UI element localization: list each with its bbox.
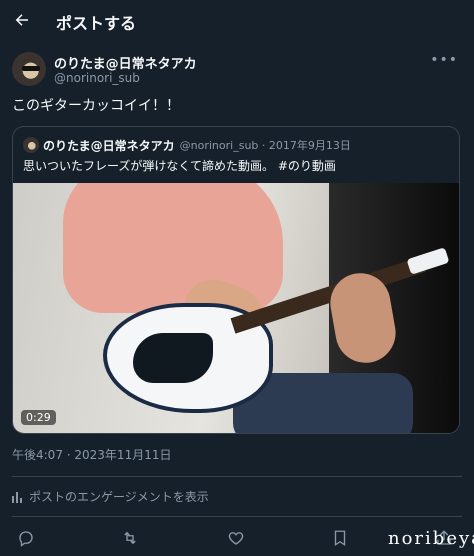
quoted-avatar (23, 137, 39, 153)
watermark-text: noribeya (388, 528, 474, 549)
divider (12, 476, 462, 477)
divider (12, 516, 462, 517)
bar-chart-icon (12, 491, 22, 503)
video-player[interactable]: 0:29 (13, 183, 459, 433)
video-duration-badge: 0:29 (21, 410, 56, 425)
tweet-author: のりたま@日常ネタアカ @norinori_sub ••• (12, 52, 462, 88)
author-name[interactable]: のりたま@日常ネタアカ (54, 53, 197, 72)
more-options-button[interactable]: ••• (430, 52, 458, 68)
author-handle[interactable]: @norinori_sub (54, 71, 140, 85)
view-engagement-link[interactable]: ポストのエンゲージメントを表示 (12, 488, 209, 505)
like-button[interactable] (224, 526, 248, 550)
reply-icon (19, 531, 33, 547)
quoted-author-meta: @norinori_sub · 2017年9月13日 (179, 139, 351, 152)
back-button[interactable] (8, 6, 36, 34)
post-timestamp[interactable]: 午後4:07 · 2023年11月11日 (12, 446, 171, 463)
engagement-label: ポストのエンゲージメントを表示 (29, 490, 209, 504)
tweet-text: このギターカッコイイ！！ (12, 98, 180, 114)
retweet-icon (124, 531, 136, 545)
quoted-tweet[interactable]: のりたま@日常ネタアカ @norinori_sub · 2017年9月13日 思… (12, 126, 460, 434)
quoted-tweet-text: 思いついたフレーズが弾けなくて諦めた動画。 #のり動画 (23, 159, 336, 173)
like-icon (228, 532, 244, 545)
avatar[interactable] (12, 52, 46, 86)
bookmark-icon (334, 530, 346, 547)
quoted-tweet-header: のりたま@日常ネタアカ @norinori_sub · 2017年9月13日 (23, 136, 351, 154)
more-horizontal-icon: ••• (430, 52, 458, 68)
page-title: ポストする (56, 14, 137, 33)
top-bar: ポストする (0, 0, 474, 42)
reply-button[interactable] (14, 526, 38, 550)
arrow-left-icon (15, 14, 28, 26)
retweet-button[interactable] (118, 526, 142, 550)
bookmark-button[interactable] (328, 526, 352, 550)
quoted-author-name: のりたま@日常ネタアカ (43, 138, 175, 153)
